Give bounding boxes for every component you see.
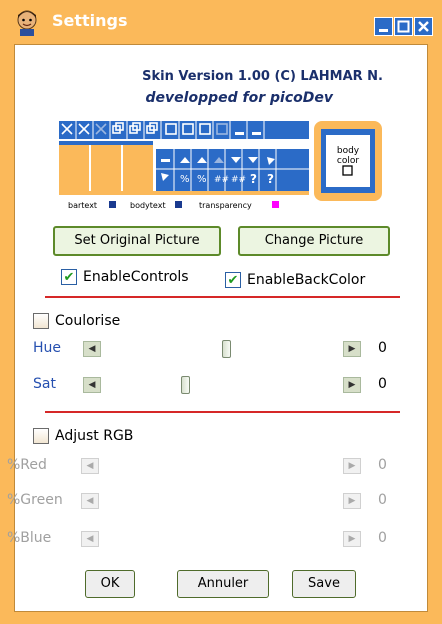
- change-picture-button[interactable]: Change Picture: [238, 226, 390, 256]
- green-value: 0: [378, 492, 387, 508]
- body-color-label: body: [337, 146, 360, 156]
- divider-line: [45, 296, 400, 298]
- skin-credit-text: developped for picoDev: [145, 90, 333, 106]
- bartext-label: bartext: [68, 201, 97, 210]
- settings-panel: Skin Version 1.00 (C) LAHMAR N. developp…: [7, 44, 428, 612]
- svg-text:##: ##: [231, 175, 246, 185]
- checkbox-box: [33, 428, 49, 444]
- hue-slider-thumb[interactable]: [222, 340, 231, 358]
- sat-slider-thumb[interactable]: [181, 376, 190, 394]
- colorise-checkbox[interactable]: Coulorise: [33, 313, 120, 329]
- transparency-label: transparency: [199, 201, 252, 210]
- blue-left-arrow-icon[interactable]: ◀: [81, 531, 99, 547]
- svg-text:?: ?: [267, 172, 274, 186]
- checkbox-box: [33, 313, 49, 329]
- maximize-icon[interactable]: [394, 17, 413, 36]
- red-label: %Red: [7, 457, 47, 473]
- close-icon[interactable]: [414, 17, 433, 36]
- cancel-button[interactable]: Annuler: [177, 570, 269, 598]
- save-button[interactable]: Save: [292, 570, 356, 598]
- svg-text:%: %: [180, 174, 190, 185]
- skin-version-text: Skin Version 1.00 (C) LAHMAR N.: [142, 69, 383, 84]
- enable-controls-checkbox[interactable]: ✔ EnableControls: [61, 269, 189, 285]
- green-left-arrow-icon[interactable]: ◀: [81, 493, 99, 509]
- hue-right-arrow-icon[interactable]: ▶: [343, 341, 361, 357]
- set-original-picture-button[interactable]: Set Original Picture: [53, 226, 221, 256]
- adjust-rgb-checkbox[interactable]: Adjust RGB: [33, 428, 133, 444]
- ok-button[interactable]: OK: [85, 570, 135, 598]
- title-bar[interactable]: Settings: [0, 0, 442, 44]
- enable-controls-label: EnableControls: [83, 269, 189, 285]
- svg-text:color: color: [337, 156, 359, 166]
- svg-text:%: %: [197, 174, 207, 185]
- skin-preview-image: % % ## ## ? ? bartext bodytext transpare…: [59, 121, 382, 210]
- user-face-icon: [17, 10, 37, 36]
- red-right-arrow-icon[interactable]: ▶: [343, 458, 361, 474]
- green-right-arrow-icon[interactable]: ▶: [343, 493, 361, 509]
- adjust-rgb-label: Adjust RGB: [55, 428, 134, 444]
- blue-label: %Blue: [7, 530, 52, 546]
- green-label: %Green: [7, 492, 63, 508]
- sat-value: 0: [378, 376, 387, 392]
- sprite-row-top: [59, 121, 309, 139]
- sat-label: Sat: [33, 376, 56, 392]
- svg-text:##: ##: [214, 175, 229, 185]
- colorise-label: Coulorise: [55, 313, 121, 329]
- blue-value: 0: [378, 530, 387, 546]
- bodytext-label: bodytext: [130, 201, 166, 210]
- checkmark-icon: ✔: [225, 272, 241, 288]
- sat-left-arrow-icon[interactable]: ◀: [83, 377, 101, 393]
- window-title: Settings: [52, 11, 128, 30]
- blue-right-arrow-icon[interactable]: ▶: [343, 531, 361, 547]
- red-value: 0: [378, 457, 387, 473]
- hue-label: Hue: [33, 340, 62, 356]
- hue-left-arrow-icon[interactable]: ◀: [83, 341, 101, 357]
- enable-backcolor-label: EnableBackColor: [247, 272, 366, 288]
- red-left-arrow-icon[interactable]: ◀: [81, 458, 99, 474]
- svg-text:?: ?: [250, 172, 257, 186]
- enable-backcolor-checkbox[interactable]: ✔ EnableBackColor: [225, 272, 365, 288]
- divider-line: [45, 411, 400, 413]
- settings-window: Settings Skin Version 1.00 (C) LAHMAR N.…: [0, 0, 442, 624]
- hue-value: 0: [378, 340, 387, 356]
- minimize-icon[interactable]: [374, 17, 393, 36]
- sat-right-arrow-icon[interactable]: ▶: [343, 377, 361, 393]
- checkmark-icon: ✔: [61, 269, 77, 285]
